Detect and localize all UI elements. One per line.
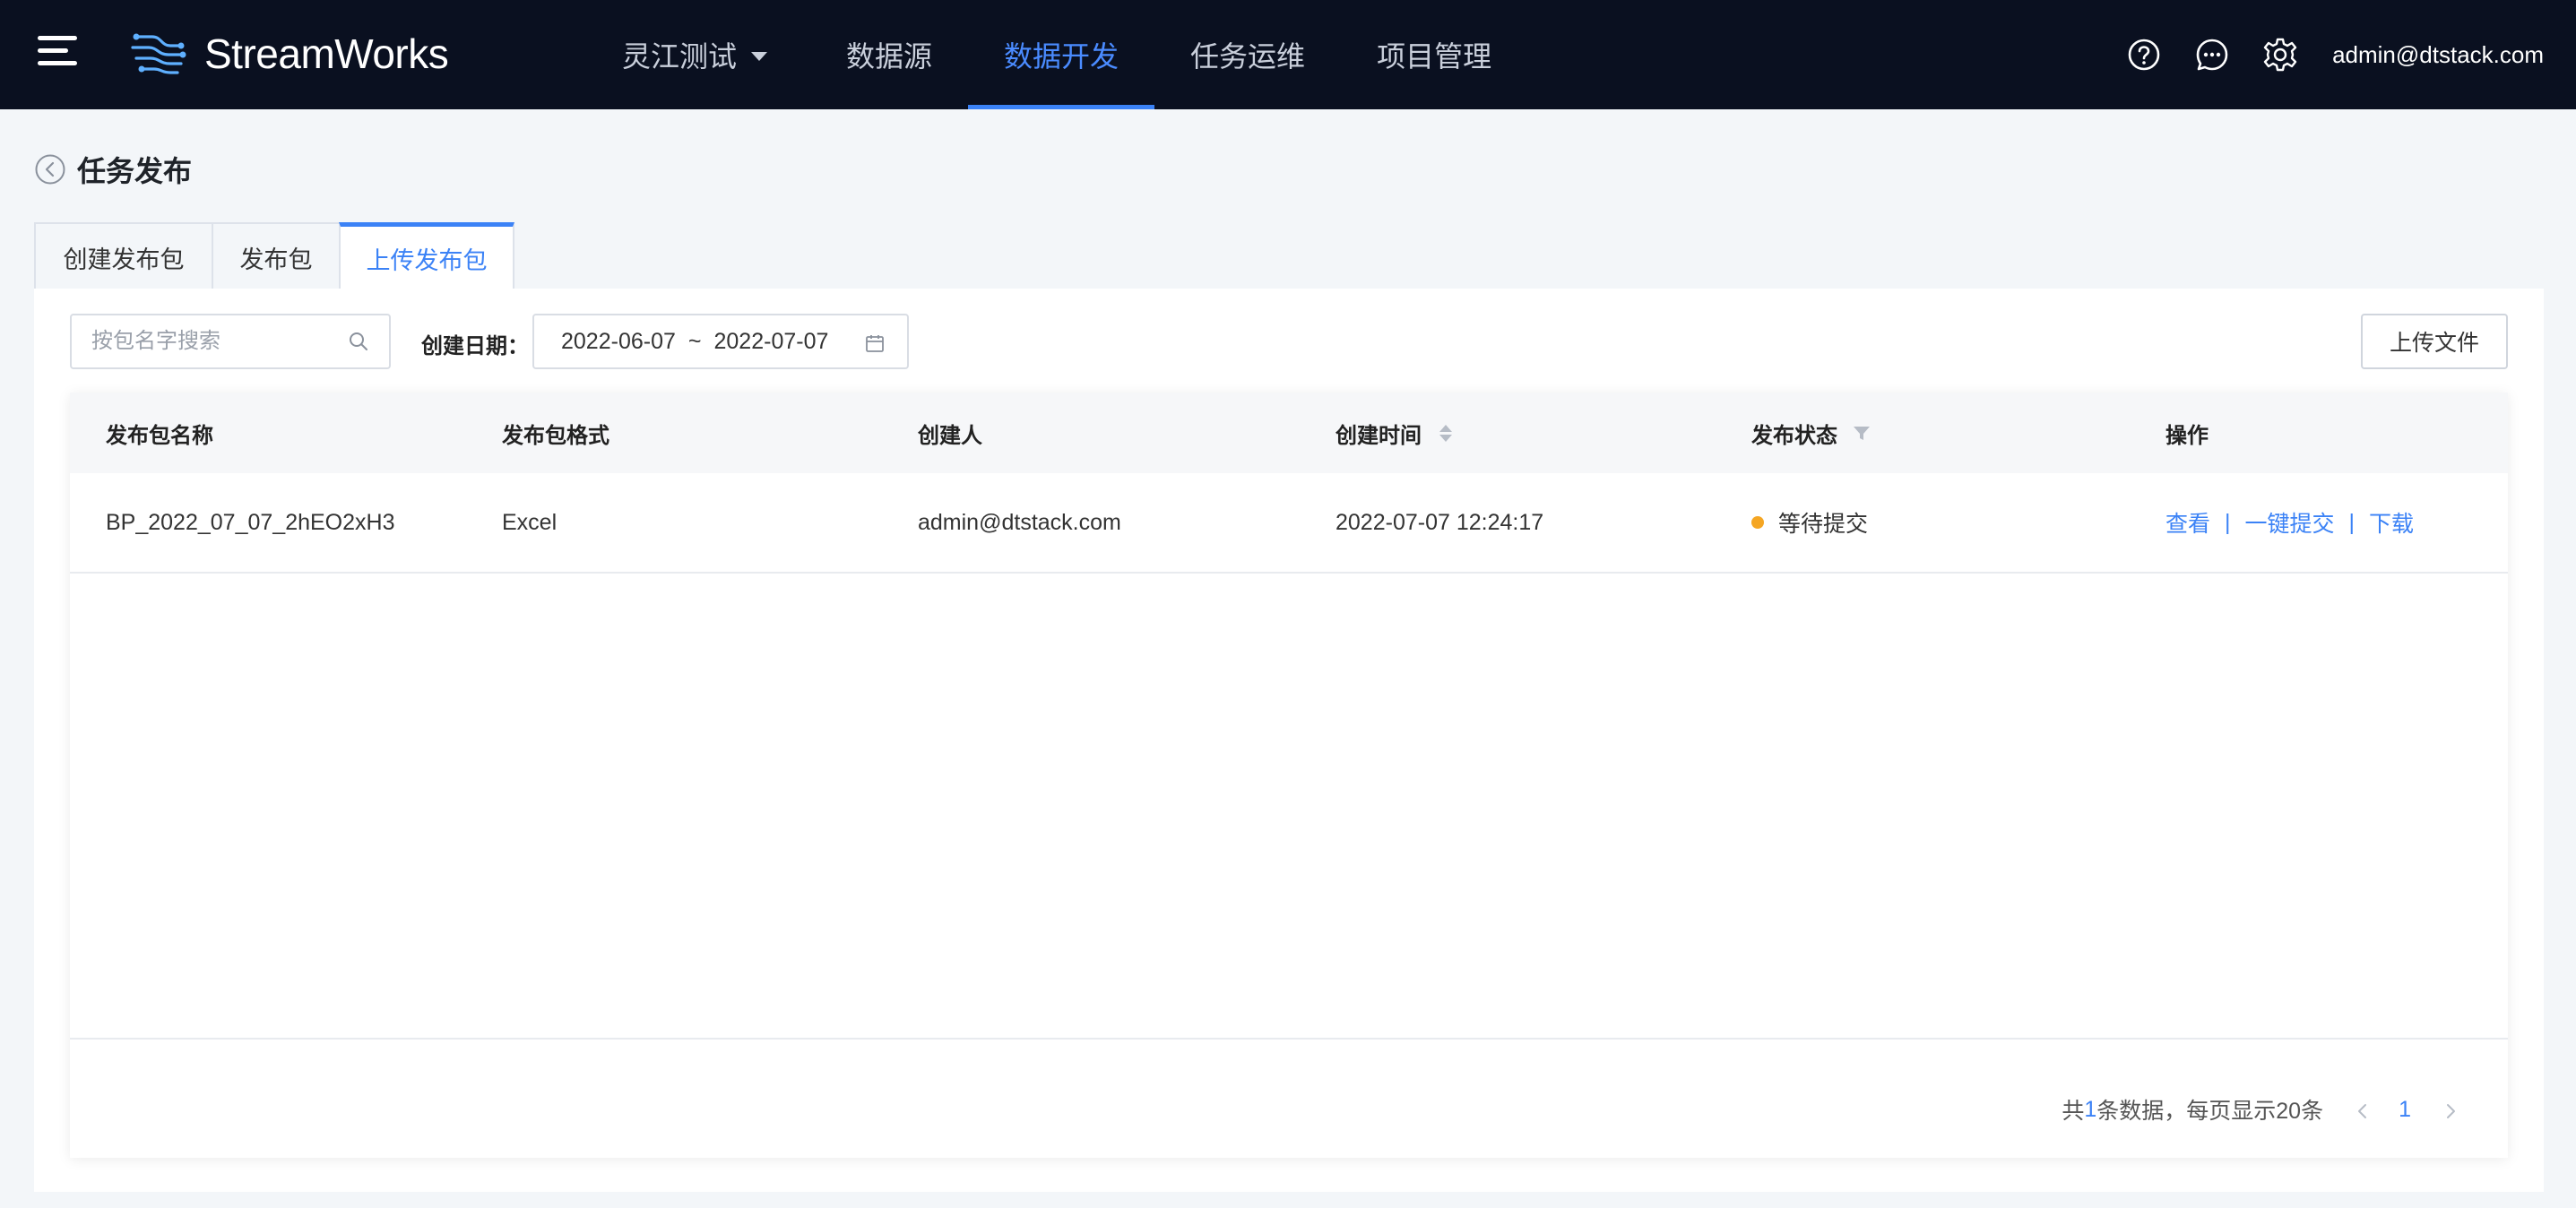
column-header-created-at[interactable]: 创建时间 xyxy=(1336,418,1751,449)
project-selector[interactable]: 灵江测试 xyxy=(592,0,810,109)
cell-creator: admin@dtstack.com xyxy=(918,509,1121,535)
tab-packages[interactable]: 发布包 xyxy=(212,222,341,290)
prev-page-icon[interactable] xyxy=(2354,1100,2372,1118)
main-nav: 灵江测试 数据源 数据开发 任务运维 项目管理 xyxy=(592,0,1527,109)
brand-name: StreamWorks xyxy=(204,30,449,77)
pagination-suffix: 条数据，每页显示20条 xyxy=(2096,1099,2324,1124)
cell-created-at: 2022-07-07 12:24:17 xyxy=(1336,509,1544,535)
back-icon[interactable] xyxy=(34,153,66,186)
pagination-total: 1 xyxy=(2084,1096,2097,1122)
sort-icon[interactable] xyxy=(1439,424,1452,442)
next-page-icon[interactable] xyxy=(2442,1100,2459,1118)
one-click-submit-link[interactable]: 一键提交 xyxy=(2245,506,2335,539)
cell-format: Excel xyxy=(502,509,558,535)
caret-down-icon xyxy=(751,52,768,61)
column-header-creator: 创建人 xyxy=(918,423,982,448)
nav-label: 数据开发 xyxy=(1004,40,1119,73)
nav-label: 项目管理 xyxy=(1377,40,1492,73)
nav-label: 任务运维 xyxy=(1190,40,1306,73)
column-header-actions: 操作 xyxy=(2165,423,2209,448)
pagination-prefix: 共 xyxy=(2062,1099,2085,1124)
column-header-label: 发布状态 xyxy=(1751,423,1837,448)
column-header-format: 发布包格式 xyxy=(502,423,609,448)
column-header-status: 发布状态 xyxy=(1751,418,2165,449)
user-account[interactable]: admin@dtstack.com xyxy=(2332,41,2544,69)
table-footer-divider xyxy=(70,1038,2508,1040)
search-icon[interactable] xyxy=(348,331,369,352)
column-header-name: 发布包名称 xyxy=(106,423,213,448)
page-title: 任务发布 xyxy=(77,155,193,187)
cell-status: 等待提交 xyxy=(1751,506,2165,539)
date-separator: ~ xyxy=(687,328,702,354)
nav-item-task-ops[interactable]: 任务运维 xyxy=(1154,0,1341,109)
top-navigation-bar: StreamWorks 灵江测试 数据源 数据开发 任务运维 项目管理 admi… xyxy=(0,0,2576,109)
action-divider: | xyxy=(2225,509,2231,535)
status-text: 等待提交 xyxy=(1778,512,1869,537)
project-name: 灵江测试 xyxy=(622,40,738,73)
cell-package-name: BP_2022_07_07_2hEO2xH3 xyxy=(106,509,395,535)
action-divider: | xyxy=(2348,509,2356,535)
tab-create-package[interactable]: 创建发布包 xyxy=(34,222,213,290)
calendar-icon xyxy=(866,335,884,352)
top-right-toolbar: admin@dtstack.com xyxy=(2126,0,2544,109)
menu-icon[interactable] xyxy=(38,36,77,68)
package-table: 发布包名称 发布包格式 创建人 创建时间 发布状态 操作 BP_2022_07_… xyxy=(70,393,2508,1158)
filter-icon[interactable] xyxy=(1852,423,1871,443)
nav-item-datasource[interactable]: 数据源 xyxy=(810,0,968,109)
date-start: 2022-06-07 xyxy=(561,328,676,354)
date-end: 2022-07-07 xyxy=(713,328,829,354)
message-icon[interactable] xyxy=(2194,37,2230,73)
upload-file-button[interactable]: 上传文件 xyxy=(2361,314,2508,369)
search-input[interactable] xyxy=(72,315,332,367)
nav-item-data-development[interactable]: 数据开发 xyxy=(968,0,1155,109)
date-filter-label: 创建日期： xyxy=(421,334,529,358)
table-row: BP_2022_07_07_2hEO2xH3 Excel admin@dtsta… xyxy=(70,473,2508,574)
tab-bar: 创建发布包 发布包 上传发布包 xyxy=(34,222,514,290)
page-header: 任务发布 xyxy=(34,149,192,190)
cell-actions: 查看 | 一键提交 | 下载 xyxy=(2165,506,2508,539)
nav-item-project-management[interactable]: 项目管理 xyxy=(1341,0,1527,109)
gear-icon[interactable] xyxy=(2262,37,2298,73)
pagination: 共 1 条数据，每页显示20条 1 xyxy=(2062,1093,2459,1126)
tab-upload-package[interactable]: 上传发布包 xyxy=(339,222,514,290)
column-header-label: 创建时间 xyxy=(1336,423,1422,448)
page-number[interactable]: 1 xyxy=(2399,1097,2411,1123)
status-dot-icon xyxy=(1751,516,1764,529)
date-range-picker[interactable]: 2022-06-07 ~ 2022-07-07 xyxy=(532,314,909,369)
streamworks-logo-icon xyxy=(131,33,186,74)
help-icon[interactable] xyxy=(2126,37,2162,73)
download-link[interactable]: 下载 xyxy=(2369,506,2414,539)
view-link[interactable]: 查看 xyxy=(2165,506,2210,539)
brand-logo[interactable]: StreamWorks xyxy=(131,25,449,82)
table-header: 发布包名称 发布包格式 创建人 创建时间 发布状态 操作 xyxy=(70,393,2508,473)
main-panel: 创建日期： 2022-06-07 ~ 2022-07-07 上传文件 发布包名称… xyxy=(34,289,2544,1192)
nav-label: 数据源 xyxy=(846,40,933,73)
search-box xyxy=(70,314,391,369)
